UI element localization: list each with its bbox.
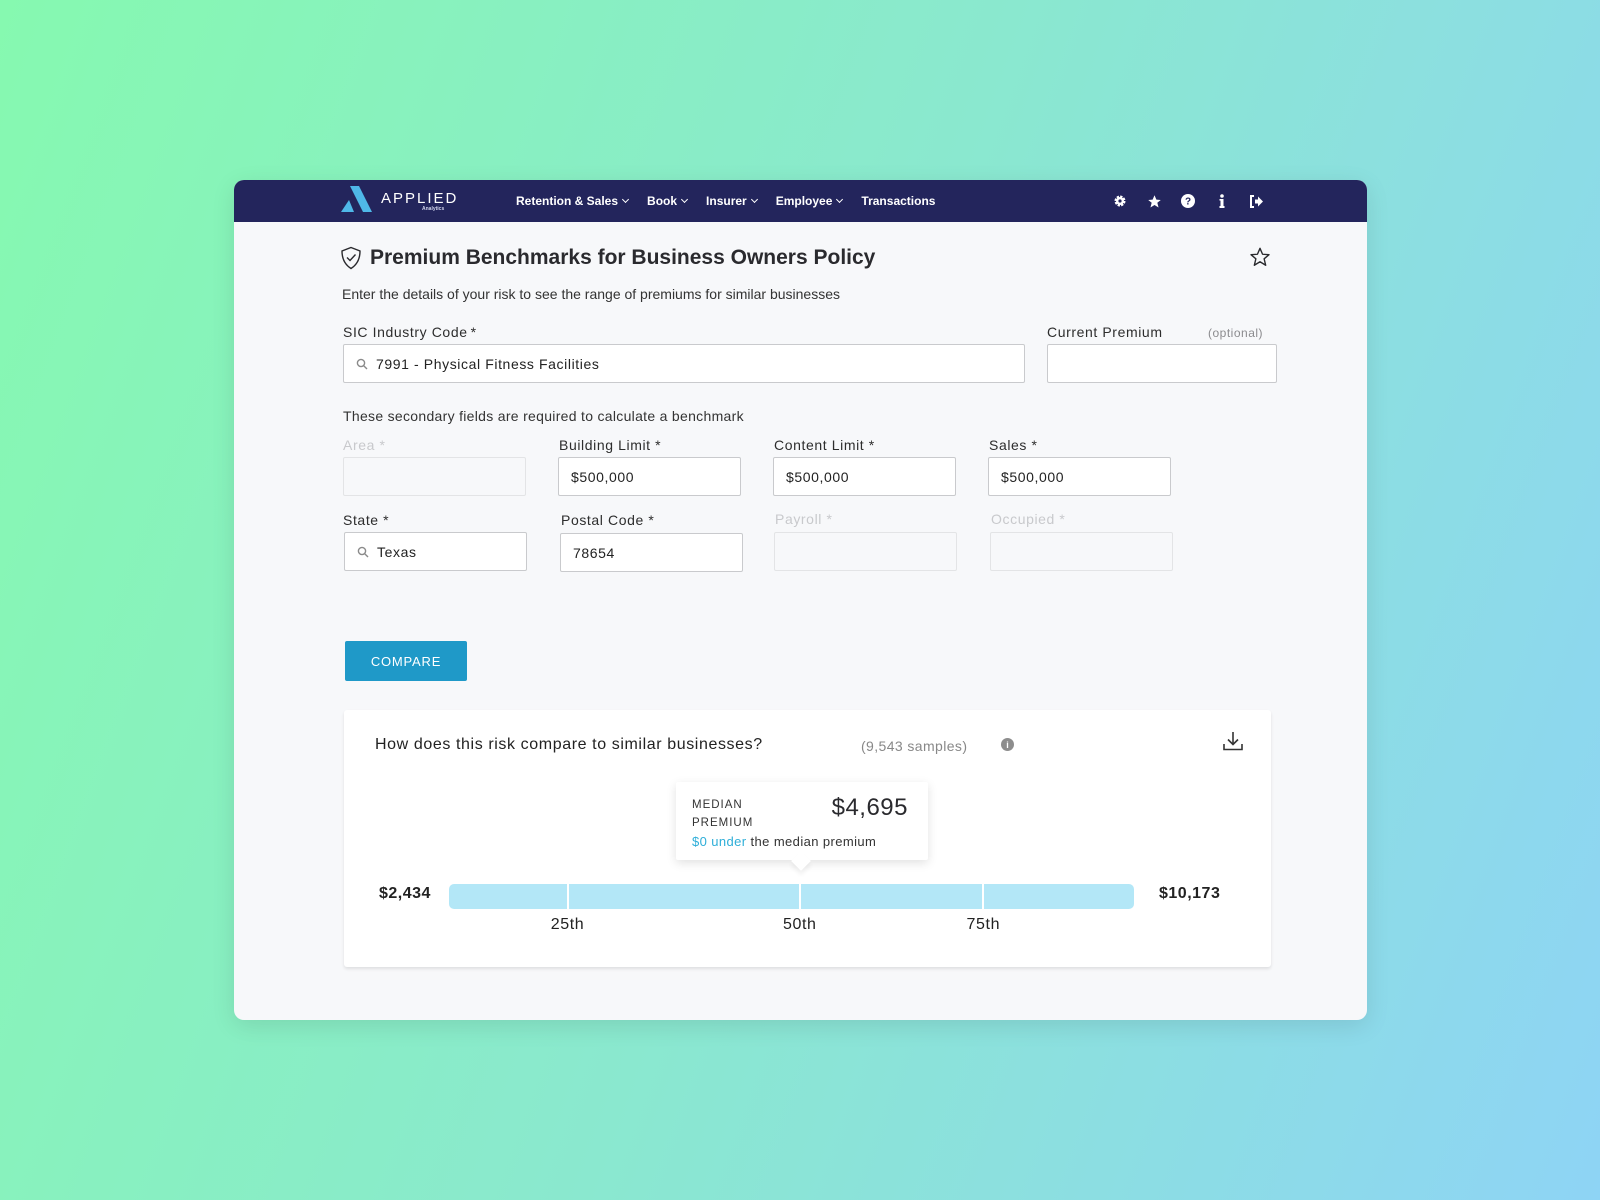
occupied-input[interactable] [990, 532, 1173, 571]
nav-item-transactions[interactable]: Transactions [861, 194, 935, 208]
postal-code-input[interactable]: 78654 [560, 533, 743, 572]
current-premium-input[interactable] [1047, 344, 1277, 383]
benchmark-result-card: How does this risk compare to similar bu… [344, 710, 1271, 967]
percentile-divider [982, 884, 985, 909]
sample-count: (9,543 samples) [861, 738, 968, 754]
sic-label: SIC Industry Code * [343, 324, 477, 340]
percentile-label: 50th [782, 916, 817, 933]
logo-text: APPLIED [381, 190, 459, 207]
content-limit-input[interactable]: $500,000 [773, 457, 956, 496]
nav-icons: ? [1112, 180, 1282, 222]
median-premium-value: $4,695 [831, 794, 908, 821]
download-icon[interactable] [1222, 730, 1244, 757]
compare-button[interactable]: COMPARE [345, 641, 467, 681]
nav-item-retention-sales[interactable]: Retention & Sales [516, 194, 630, 208]
current-premium-label: Current Premium [1047, 324, 1163, 340]
chevron-down-icon [680, 195, 689, 204]
chevron-down-icon [836, 195, 844, 204]
search-icon [356, 358, 368, 370]
page-title: Premium Benchmarks for Business Owners P… [370, 246, 876, 269]
nav-menu: Retention & Sales Book Insurer Employee … [516, 180, 954, 222]
logo-mark-icon [341, 186, 372, 212]
star-icon[interactable] [1146, 193, 1162, 209]
building-limit-input[interactable]: $500,000 [558, 457, 741, 496]
area-label: Area * [343, 437, 386, 453]
chevron-down-icon [621, 195, 630, 204]
median-premium-label: MEDIAN PREMIUM [692, 799, 754, 829]
shield-check-icon [341, 246, 361, 270]
optional-hint: (optional) [1208, 326, 1264, 340]
payroll-label: Payroll * [775, 511, 833, 527]
state-label: State * [343, 512, 390, 528]
nav-item-label: Insurer [706, 194, 747, 208]
max-premium-label: $10,173 [1159, 885, 1221, 902]
difference-amount: $0 under [692, 834, 747, 849]
top-navbar: APPLIED Analytics Retention & Sales Book… [234, 180, 1367, 222]
info-icon[interactable] [1214, 193, 1230, 209]
nav-item-book[interactable]: Book [647, 194, 689, 208]
logo-subtext: Analytics [422, 206, 445, 212]
percentile-divider [798, 884, 801, 909]
applied-analytics-logo[interactable]: APPLIED Analytics [341, 186, 461, 216]
nav-item-employee[interactable]: Employee [775, 194, 844, 208]
chevron-down-icon [750, 195, 758, 204]
search-icon [357, 546, 369, 558]
median-premium-tooltip: MEDIAN PREMIUM $4,695 $0 under the media… [676, 782, 928, 860]
percentile-label: 25th [550, 916, 585, 933]
payroll-input[interactable] [774, 532, 957, 571]
percentile-divider [566, 884, 569, 909]
nav-item-label: Transactions [861, 194, 936, 208]
premium-difference: $0 under the median premium [692, 834, 876, 849]
app-window: APPLIED Analytics Retention & Sales Book… [234, 180, 1367, 1020]
area-input[interactable] [343, 457, 526, 496]
nav-item-label: Book [647, 194, 678, 208]
occupied-label: Occupied * [991, 511, 1066, 527]
content-limit-label: Content Limit * [774, 437, 875, 453]
nav-item-insurer[interactable]: Insurer [706, 194, 758, 208]
help-icon[interactable]: ? [1180, 193, 1196, 209]
sic-industry-code-input[interactable]: 7991 - Physical Fitness Facilities [343, 344, 1025, 383]
title-row: Premium Benchmarks for Business Owners P… [340, 246, 875, 270]
difference-text: the median premium [746, 834, 877, 849]
building-limit-label: Building Limit * [559, 437, 662, 453]
sic-value: 7991 - Physical Fitness Facilities [376, 355, 600, 372]
secondary-fields-note: These secondary fields are required to c… [343, 408, 744, 424]
nav-item-label: Retention & Sales [516, 194, 619, 208]
result-title: How does this risk compare to similar bu… [375, 736, 763, 753]
percentile-label: 75th [966, 916, 1001, 933]
gear-icon[interactable] [1112, 193, 1128, 209]
nav-item-label: Employee [775, 194, 833, 208]
sales-label: Sales * [989, 437, 1038, 453]
svg-text:?: ? [1185, 197, 1191, 208]
page-subtitle: Enter the details of your risk to see th… [342, 286, 840, 302]
favorite-star-icon[interactable] [1249, 246, 1271, 273]
logout-icon[interactable] [1248, 193, 1264, 209]
sales-input[interactable]: $500,000 [988, 457, 1171, 496]
state-input[interactable]: Texas [344, 532, 527, 571]
min-premium-label: $2,434 [379, 885, 431, 902]
postal-code-label: Postal Code * [561, 512, 655, 528]
premium-range-bar [449, 884, 1134, 909]
info-icon[interactable]: i [1001, 738, 1014, 751]
state-value: Texas [377, 543, 417, 560]
